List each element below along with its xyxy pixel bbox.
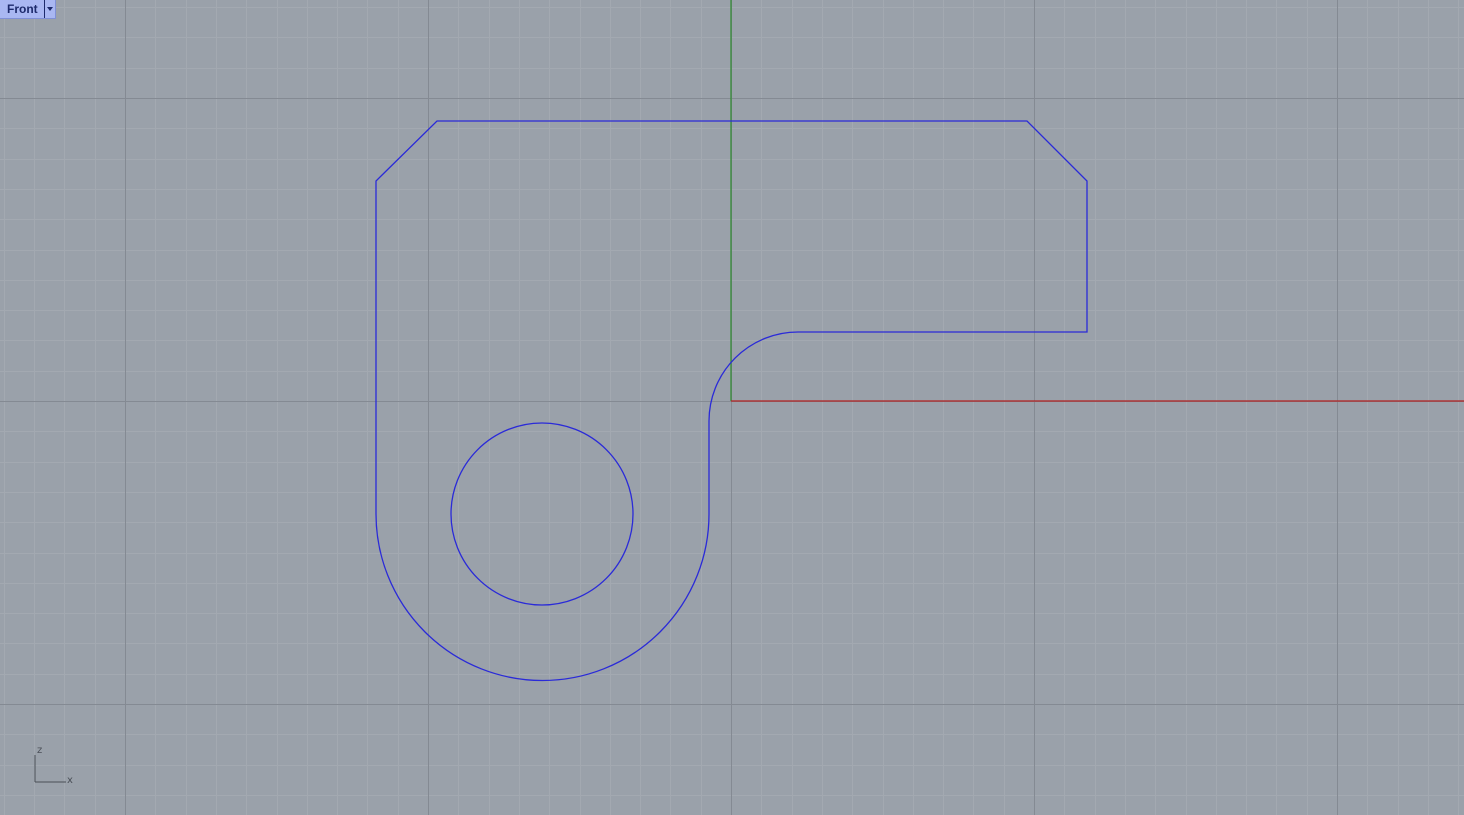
viewport-title-tab[interactable]: Front [0,0,56,19]
front-viewport[interactable]: z x Front [0,0,1464,815]
axis-icon-vertical-label: z [37,745,42,756]
viewport-canvas[interactable]: z x [0,0,1464,815]
major-grid [0,0,1464,815]
hole-circle[interactable] [450,422,634,606]
chevron-down-icon[interactable] [43,0,55,18]
axis-icon-horizontal-label: x [67,775,73,786]
viewport-title-label[interactable]: Front [0,0,44,18]
